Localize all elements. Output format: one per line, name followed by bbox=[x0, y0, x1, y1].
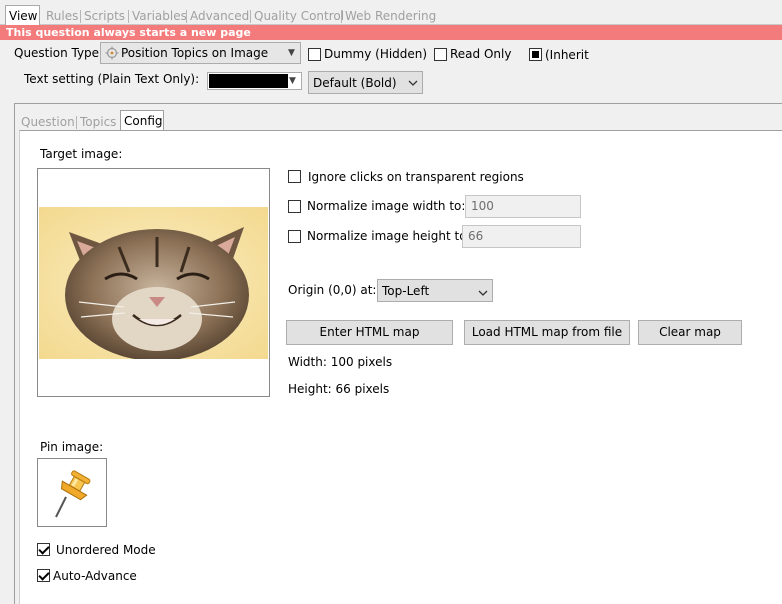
dropdown-arrow-icon: ▼ bbox=[289, 76, 296, 86]
question-type-label: Question Type: bbox=[14, 46, 104, 60]
normalize-height-label: Normalize image height to: bbox=[307, 229, 471, 243]
dummy-hidden-checkbox[interactable] bbox=[308, 48, 321, 61]
font-style-value: Default (Bold) bbox=[313, 76, 397, 90]
inherit-label: (Inherit bbox=[545, 48, 589, 62]
origin-select[interactable]: Top-Left bbox=[377, 279, 493, 302]
pin-image-label: Pin image: bbox=[40, 440, 104, 454]
ignore-clicks-label: Ignore clicks on transparent regions bbox=[308, 170, 524, 184]
new-page-banner: This question always starts a new page bbox=[0, 25, 782, 40]
origin-value: Top-Left bbox=[382, 284, 430, 298]
tab-advanced[interactable]: Advanced bbox=[185, 9, 249, 24]
dummy-hidden-label: Dummy (Hidden) bbox=[324, 47, 428, 61]
tab-scripts[interactable]: Scripts bbox=[79, 9, 125, 24]
normalize-width-label: Normalize image width to: bbox=[307, 199, 466, 213]
inherit-checkbox[interactable] bbox=[529, 48, 542, 61]
normalize-width-checkbox[interactable] bbox=[288, 200, 301, 213]
crosshair-icon bbox=[105, 46, 119, 63]
ignore-clicks-checkbox[interactable] bbox=[288, 170, 301, 183]
top-tab-strip: View Rules Scripts Variables Advanced Qu… bbox=[0, 0, 782, 25]
tab-variables[interactable]: Variables bbox=[128, 9, 187, 24]
auto-advance-label: Auto-Advance bbox=[53, 569, 137, 583]
pushpin-icon bbox=[50, 467, 96, 522]
enter-html-map-button[interactable]: Enter HTML map bbox=[286, 320, 453, 345]
tab-topics[interactable]: Topics bbox=[75, 115, 116, 130]
target-image-box[interactable] bbox=[37, 168, 270, 397]
tab-config[interactable]: Config bbox=[120, 110, 164, 131]
question-type-select[interactable]: Position Topics on Image ▼ bbox=[100, 42, 301, 64]
text-setting-label: Text setting (Plain Text Only): bbox=[24, 72, 200, 86]
normalize-height-input[interactable]: 66 bbox=[462, 225, 581, 248]
text-color-picker[interactable]: ▼ bbox=[207, 72, 302, 90]
load-html-map-button[interactable]: Load HTML map from file bbox=[464, 320, 630, 345]
target-image-label: Target image: bbox=[40, 147, 123, 161]
origin-label: Origin (0,0) at: bbox=[288, 283, 377, 297]
tab-quality-control[interactable]: Quality Control bbox=[249, 9, 344, 24]
read-only-label: Read Only bbox=[450, 47, 512, 61]
unordered-mode-label: Unordered Mode bbox=[56, 543, 156, 557]
image-height-text: Height: 66 pixels bbox=[288, 382, 390, 396]
tab-view[interactable]: View bbox=[5, 5, 40, 25]
tab-question[interactable]: Question bbox=[21, 115, 75, 130]
image-width-text: Width: 100 pixels bbox=[288, 355, 393, 369]
pin-image-box[interactable] bbox=[37, 458, 107, 527]
text-color-swatch bbox=[209, 74, 288, 88]
read-only-checkbox[interactable] bbox=[434, 48, 447, 61]
question-type-value: Position Topics on Image bbox=[121, 46, 269, 60]
chevron-down-icon bbox=[478, 286, 488, 300]
unordered-mode-checkbox[interactable] bbox=[37, 543, 50, 556]
normalize-width-input[interactable]: 100 bbox=[465, 195, 581, 218]
tab-rules[interactable]: Rules bbox=[46, 9, 78, 24]
auto-advance-checkbox[interactable] bbox=[37, 569, 50, 582]
font-style-select[interactable]: Default (Bold) bbox=[308, 71, 423, 94]
dropdown-arrow-icon: ▼ bbox=[288, 48, 295, 58]
tab-web-rendering[interactable]: Web Rendering bbox=[340, 9, 436, 24]
chevron-down-icon bbox=[408, 76, 418, 90]
clear-map-button[interactable]: Clear map bbox=[638, 320, 742, 345]
kitten-image bbox=[39, 207, 268, 361]
normalize-height-checkbox[interactable] bbox=[288, 230, 301, 243]
